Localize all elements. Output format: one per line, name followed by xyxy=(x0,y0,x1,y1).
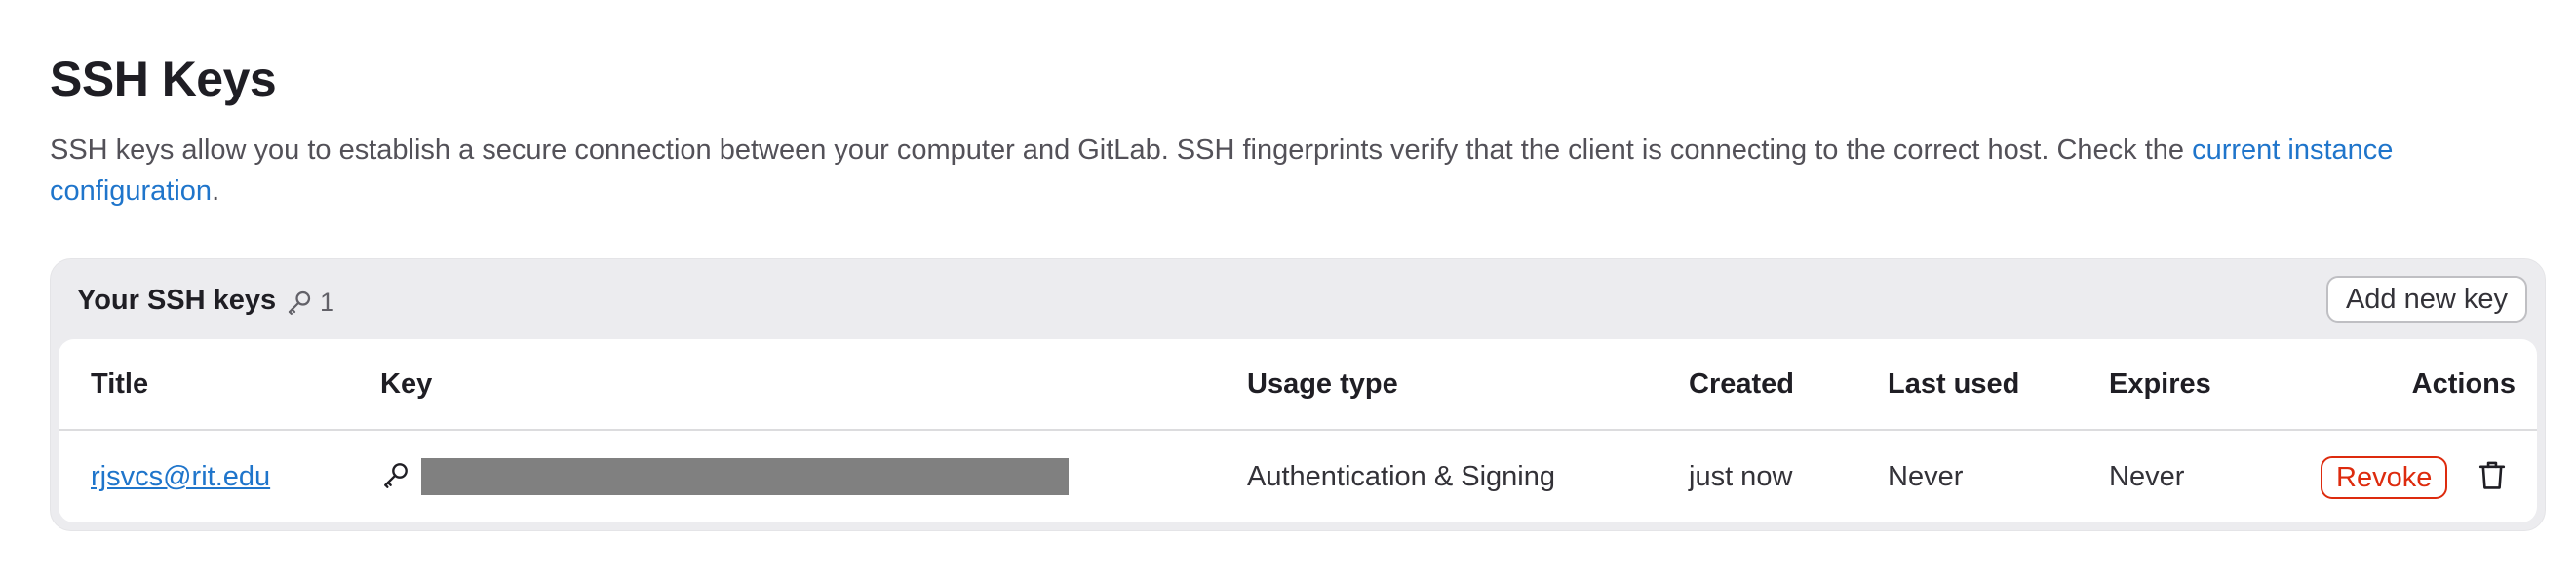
revoke-button[interactable]: Revoke xyxy=(2321,456,2448,499)
card-title: Your SSH keys xyxy=(77,285,277,316)
ssh-keys-card: Your SSH keys 1 Add new key Title Key Us… xyxy=(50,258,2546,531)
column-header-title: Title xyxy=(91,368,149,400)
ssh-keys-table: Title Key Usage type Created Last used E… xyxy=(59,339,2537,522)
column-header-expires: Expires xyxy=(2109,368,2211,400)
table-header-divider xyxy=(59,429,2537,431)
delete-key-button[interactable] xyxy=(2471,456,2514,499)
column-header-actions: Actions xyxy=(2411,368,2516,400)
last-used-cell: Never xyxy=(1888,461,1964,492)
column-header-last-used: Last used xyxy=(1888,368,2020,400)
column-header-usage-type: Usage type xyxy=(1247,368,1398,400)
page-title: SSH Keys xyxy=(50,52,277,106)
description-end: . xyxy=(212,175,220,207)
key-icon xyxy=(285,288,314,317)
column-header-created: Created xyxy=(1689,368,1794,400)
key-cell xyxy=(380,452,1069,501)
usage-type-cell: Authentication & Signing xyxy=(1247,461,1555,492)
key-title-link[interactable]: rjsvcs@rit.edu xyxy=(91,452,270,501)
expires-cell: Never xyxy=(2109,461,2185,492)
column-header-key: Key xyxy=(380,368,433,400)
description-text: SSH keys allow you to establish a secure… xyxy=(50,135,2193,166)
created-cell: just now xyxy=(1689,461,1793,492)
add-new-key-button[interactable]: Add new key xyxy=(2325,276,2527,323)
page-description: SSH keys allow you to establish a secure… xyxy=(50,130,2507,212)
key-count-badge: 1 xyxy=(285,285,334,320)
redacted-key-value xyxy=(421,458,1069,495)
key-count: 1 xyxy=(320,287,335,317)
trash-icon xyxy=(2477,459,2508,497)
key-icon xyxy=(380,459,411,495)
